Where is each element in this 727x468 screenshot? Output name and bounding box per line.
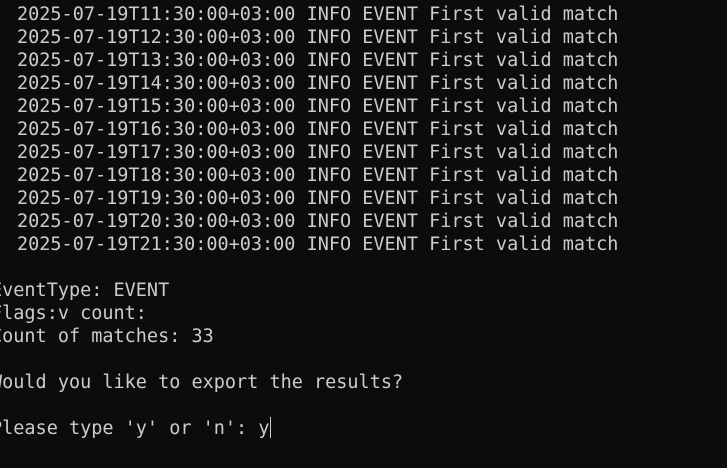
- log-line: 2025-07-19T11:30:00+03:00 INFO EVENT Fir…: [17, 4, 619, 25]
- log-line: 2025-07-19T14:30:00+03:00 INFO EVENT Fir…: [17, 73, 619, 94]
- input-prompt-label: Please type 'y' or 'n':: [0, 418, 259, 439]
- event-type-line: EventType: EVENT: [0, 280, 170, 301]
- log-line: 2025-07-19T21:30:00+03:00 INFO EVENT Fir…: [17, 234, 619, 255]
- export-question: Would you like to export the results?: [0, 372, 404, 393]
- log-line: 2025-07-19T15:30:00+03:00 INFO EVENT Fir…: [17, 96, 619, 117]
- log-line: 2025-07-19T16:30:00+03:00 INFO EVENT Fir…: [17, 119, 619, 140]
- log-line: 2025-07-19T17:30:00+03:00 INFO EVENT Fir…: [17, 142, 619, 163]
- text-cursor: [270, 417, 272, 438]
- log-line: 2025-07-19T20:30:00+03:00 INFO EVENT Fir…: [17, 211, 619, 232]
- typed-input[interactable]: y: [258, 418, 269, 439]
- log-line: 2025-07-19T19:30:00+03:00 INFO EVENT Fir…: [17, 188, 619, 209]
- match-count-line: Count of matches: 33: [0, 326, 214, 347]
- log-line: 2025-07-19T18:30:00+03:00 INFO EVENT Fir…: [17, 165, 619, 186]
- terminal-window[interactable]: 2025-07-19T11:30:00+03:00 INFO EVENT Fir…: [0, 0, 727, 468]
- log-line: 2025-07-19T12:30:00+03:00 INFO EVENT Fir…: [17, 27, 619, 48]
- log-line: 2025-07-19T13:30:00+03:00 INFO EVENT Fir…: [17, 50, 619, 71]
- flags-line: Flags:v count:: [0, 303, 147, 324]
- input-prompt-line[interactable]: Please type 'y' or 'n': y: [0, 417, 272, 440]
